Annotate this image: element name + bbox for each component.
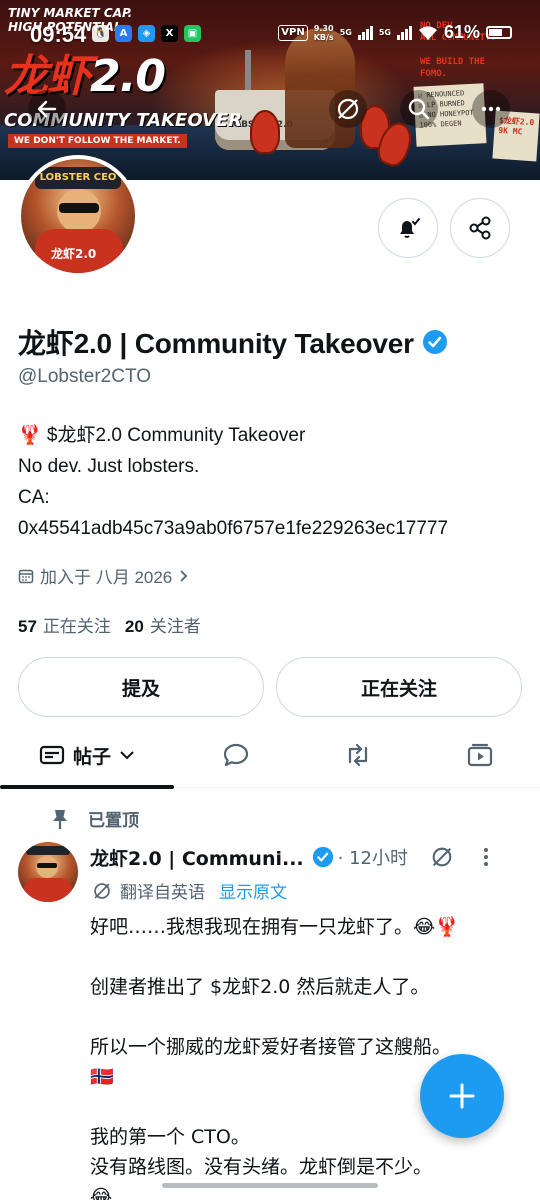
more-button[interactable]	[472, 90, 510, 128]
pinned-label: 已置顶	[88, 811, 139, 831]
following-button[interactable]: 正在关注	[276, 657, 522, 717]
net-speed: 9.30 KB/s	[314, 24, 334, 42]
tab-media[interactable]	[438, 722, 522, 788]
banner-redbar: WE DON'T FOLLOW THE MARKET.	[8, 134, 187, 148]
translated-label: 翻译自英语	[120, 883, 205, 903]
notification-icons: 🐧 A ◈ X ▣	[92, 25, 201, 42]
home-indicator[interactable]	[162, 1183, 378, 1188]
arrow-left-icon	[37, 100, 57, 118]
bio-line: No dev. Just lobsters.	[18, 456, 200, 477]
battery-icon	[486, 26, 512, 39]
following-count: 57	[18, 617, 37, 636]
followers-label: 关注者	[149, 617, 201, 636]
bell-check-icon	[400, 218, 420, 238]
tab-replies[interactable]	[194, 722, 278, 788]
search-icon	[408, 98, 430, 120]
signal-label-2: 5G	[378, 28, 391, 37]
followers-count: 20	[124, 617, 144, 636]
verified-badge-icon[interactable]	[422, 329, 448, 355]
mention-button[interactable]: 提及	[18, 657, 264, 717]
share-icon	[469, 216, 491, 240]
post-more-icon[interactable]	[482, 846, 490, 868]
chevron-down-icon	[120, 751, 134, 760]
notifications-button[interactable]	[378, 198, 438, 258]
x-app-icon: X	[161, 25, 178, 42]
display-name: 龙虾2.0 | Community Takeover	[18, 328, 414, 359]
calendar-icon	[18, 569, 34, 583]
tab-posts-label: 帖子	[72, 745, 111, 768]
posts-icon	[39, 745, 65, 765]
signal-icon	[396, 25, 412, 40]
post-header: 龙虾2.0 | Communi... · 12小时	[90, 843, 530, 871]
app-a-icon: A	[115, 25, 132, 42]
reply-icon	[223, 743, 249, 767]
joined-date[interactable]: 加入于 八月 2026	[18, 563, 190, 588]
repost-icon	[348, 743, 368, 767]
vpn-icon: VPN	[278, 24, 308, 41]
back-button[interactable]	[28, 90, 66, 128]
verified-badge-icon	[312, 846, 333, 868]
status-time: 09:54	[30, 22, 87, 47]
pin-icon	[53, 809, 67, 829]
avatar-body	[24, 878, 72, 902]
avatar-hat: LOBSTER CEO	[35, 167, 121, 189]
compose-button[interactable]	[420, 1054, 504, 1138]
post-author-name[interactable]: 龙虾2.0 | Communi...	[90, 844, 304, 871]
following-label: 正在关注	[42, 617, 111, 636]
status-bar: 09:54 🐧 A ◈ X ▣ VPN 9.30 KB/s 5G 5G 61%	[0, 0, 540, 70]
qq-icon: 🐧	[92, 25, 109, 42]
grok-icon	[94, 882, 110, 899]
tab-posts[interactable]: 帖子	[0, 722, 174, 789]
banner-lobster	[250, 110, 280, 154]
avatar-hat	[26, 846, 70, 855]
post-time[interactable]: · 12小时	[338, 844, 408, 870]
wifi-icon	[418, 25, 437, 40]
avatar-glasses	[59, 203, 99, 213]
signal-label-1: 5G	[339, 28, 352, 37]
bio-line: CA:	[18, 487, 50, 508]
avatar-tag: 龙虾2.0	[51, 247, 97, 261]
app-b-icon: ◈	[138, 25, 155, 42]
net-speed-value: 9.30	[313, 23, 334, 33]
chevron-right-icon	[180, 569, 188, 582]
plus-icon	[449, 1083, 475, 1109]
profile-avatar[interactable]: LOBSTER CEO 龙虾2.0	[17, 155, 139, 277]
translation-bar: 翻译自英语 显示原文	[92, 878, 287, 903]
profile-name: 龙虾2.0 | Community Takeover	[18, 322, 448, 362]
pinned-indicator: 已置顶	[50, 806, 139, 831]
tab-reposts[interactable]	[316, 722, 400, 788]
grok-button[interactable]	[329, 90, 367, 128]
post-author-avatar[interactable]	[18, 842, 78, 902]
contract-address: 0x45541adb45c73a9ab0f6757e1fe229263ec177…	[18, 518, 449, 539]
net-speed-unit: KB/s	[313, 32, 334, 42]
bio-line: 🦞 $龙虾2.0 Community Takeover	[18, 425, 306, 446]
green-app-icon: ▣	[184, 25, 201, 42]
avatar-glasses	[37, 863, 57, 868]
followers-link[interactable]: 20 关注者	[125, 612, 201, 637]
video-icon	[467, 743, 493, 767]
active-tab-indicator	[0, 785, 174, 789]
following-link[interactable]: 57 正在关注	[18, 612, 111, 637]
search-button[interactable]	[400, 90, 438, 128]
profile-handle: @Lobster2CTO	[18, 366, 151, 387]
profile-tabs: 帖子	[0, 722, 540, 789]
more-dots-icon	[481, 106, 501, 112]
battery-percent: 61%	[443, 22, 480, 42]
follow-stats: 57 正在关注 20 关注者	[18, 612, 201, 637]
share-button[interactable]	[450, 198, 510, 258]
signal-icon	[357, 25, 373, 40]
profile-bio: 🦞 $龙虾2.0 Community Takeover No dev. Just…	[18, 420, 448, 544]
grok-icon	[337, 98, 359, 120]
show-original-link[interactable]: 显示原文	[219, 878, 287, 903]
joined-label: 加入于 八月 2026	[40, 568, 173, 587]
grok-icon[interactable]	[430, 845, 454, 869]
status-right: VPN 9.30 KB/s 5G 5G 61%	[278, 22, 512, 43]
